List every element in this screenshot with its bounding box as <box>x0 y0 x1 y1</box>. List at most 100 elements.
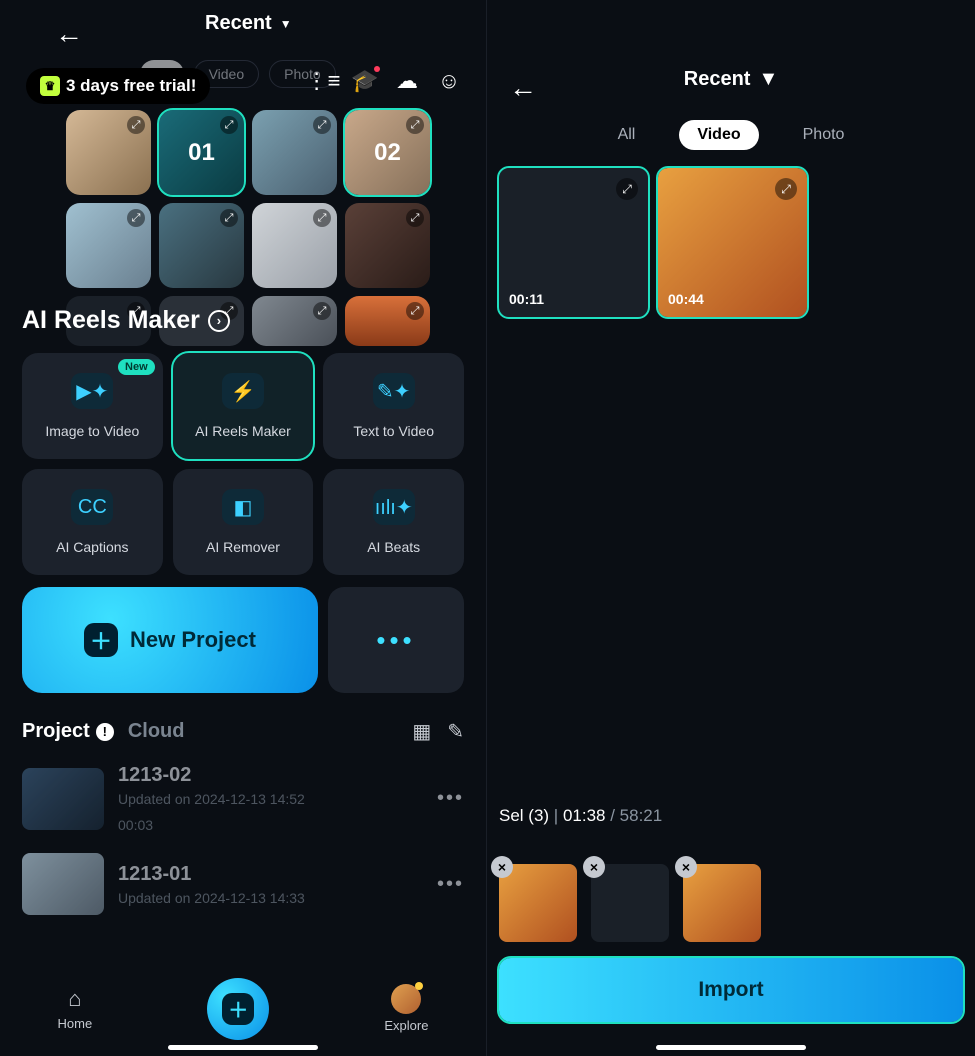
project-row[interactable]: 1213-02 Updated on 2024-12-13 14:52 00:0… <box>22 754 464 843</box>
selected-count: Sel (3) <box>499 806 549 825</box>
recent-label: Recent <box>205 12 272 35</box>
video-duration: 00:44 <box>668 291 704 307</box>
ai-card-label: AI Captions <box>56 539 128 555</box>
music-sparkle-icon: ıılı✦ <box>373 489 415 525</box>
project-menu-icon[interactable]: ••• <box>437 787 464 810</box>
project-title: 1213-01 <box>118 863 423 886</box>
nav-home[interactable]: ⌂ Home <box>58 986 93 1031</box>
circle-arrow-icon: › <box>208 310 230 332</box>
avatar-icon <box>391 984 421 1014</box>
ai-card-image-to-video[interactable]: New ▶✦ Image to Video <box>22 353 163 459</box>
ai-card-label: AI Reels Maker <box>195 423 291 439</box>
new-badge: New <box>118 359 155 375</box>
expand-icon[interactable]: ⤢ <box>220 116 238 134</box>
home-indicator <box>168 1045 318 1050</box>
ai-card-label: AI Remover <box>206 539 280 555</box>
expand-icon[interactable]: ⤢ <box>127 116 145 134</box>
eraser-icon: ◧ <box>222 489 264 525</box>
media-tile[interactable]: ⤢ <box>66 203 151 288</box>
ai-card-text-to-video[interactable]: ✎✦ Text to Video <box>323 353 464 459</box>
ai-card-beats[interactable]: ıılı✦ AI Beats <box>323 469 464 575</box>
expand-icon[interactable]: ⤢ <box>220 209 238 227</box>
plus-icon: ＋ <box>84 623 118 657</box>
grid-icon[interactable]: ▦ <box>412 719 431 744</box>
chevron-down-icon: ▼ <box>758 68 778 91</box>
back-arrow[interactable]: ← <box>55 18 83 50</box>
import-button[interactable]: Import <box>499 958 963 1022</box>
media-tile[interactable]: 02⤢ <box>345 110 430 195</box>
expand-icon[interactable]: ⤢ <box>313 209 331 227</box>
pencil-sparkle-icon: ✎✦ <box>373 373 415 409</box>
media-tile[interactable]: 01⤢ <box>159 110 244 195</box>
plus-icon: ＋ <box>222 993 254 1025</box>
section-ai-reels-header[interactable]: AI Reels Maker › <box>22 306 464 335</box>
tab-cloud[interactable]: Cloud <box>128 720 185 743</box>
media-tile[interactable]: ⤢ <box>345 203 430 288</box>
more-button[interactable]: ••• <box>328 587 464 693</box>
bottom-nav: ⌂ Home ＋ Explore <box>0 961 486 1056</box>
nav-explore[interactable]: Explore <box>384 984 428 1033</box>
separator: | <box>549 806 563 825</box>
filter-photo[interactable]: Photo <box>785 120 863 150</box>
bolt-icon: ⚡ <box>222 373 264 409</box>
edit-icon[interactable]: ✎ <box>447 719 464 744</box>
expand-icon[interactable]: ⤢ <box>313 116 331 134</box>
expand-icon[interactable]: ⤢ <box>775 178 797 200</box>
project-duration: 00:03 <box>118 817 423 833</box>
expand-icon[interactable]: ⤢ <box>616 178 638 200</box>
tab-project[interactable]: Project ! <box>22 720 114 743</box>
ai-card-label: Text to Video <box>353 423 434 439</box>
list-sparkle-icon[interactable]: ⋮≡ <box>310 68 336 94</box>
remove-icon[interactable]: × <box>491 856 513 878</box>
nav-home-label: Home <box>58 1016 93 1031</box>
ai-card-label: Image to Video <box>45 423 139 439</box>
ai-card-reels-maker[interactable]: ⚡ AI Reels Maker <box>173 353 314 459</box>
ai-card-remover[interactable]: ◧ AI Remover <box>173 469 314 575</box>
selected-duration: 01:38 <box>563 806 606 825</box>
recent-dropdown[interactable]: Recent ▼ <box>205 12 292 35</box>
new-project-button[interactable]: ＋ New Project <box>22 587 318 693</box>
project-updated: Updated on 2024-12-13 14:33 <box>118 890 423 906</box>
video-duration: 00:11 <box>509 291 544 307</box>
expand-icon[interactable]: ⤢ <box>406 209 424 227</box>
expand-icon[interactable]: ⤢ <box>127 209 145 227</box>
project-menu-icon[interactable]: ••• <box>437 873 464 896</box>
filter-all[interactable]: All <box>600 120 654 150</box>
back-arrow[interactable]: ← <box>509 72 537 104</box>
info-icon: ! <box>96 723 114 741</box>
project-updated: Updated on 2024-12-13 14:52 <box>118 791 423 807</box>
project-row[interactable]: 1213-01 Updated on 2024-12-13 14:33 ••• <box>22 843 464 925</box>
nav-create-button[interactable]: ＋ <box>207 978 269 1040</box>
new-project-label: New Project <box>130 627 256 653</box>
graduation-icon[interactable]: 🎓 <box>352 68 378 94</box>
project-thumb <box>22 768 104 830</box>
expand-icon[interactable]: ⤢ <box>406 116 424 134</box>
play-sparkle-icon: ▶✦ <box>71 373 113 409</box>
home-icon: ⌂ <box>68 986 81 1012</box>
recent-dropdown[interactable]: Recent ▼ <box>684 68 779 91</box>
cloud-icon[interactable]: ☁ <box>394 68 420 94</box>
media-tile[interactable]: ⤢ <box>159 203 244 288</box>
filter-video[interactable]: Video <box>679 120 758 150</box>
smile-icon[interactable]: ☺ <box>436 68 462 94</box>
video-tile[interactable]: ⤢ 00:11 <box>499 168 648 317</box>
video-tile[interactable]: ⤢ 00:44 <box>658 168 807 317</box>
chevron-down-icon: ▼ <box>280 17 292 31</box>
remove-icon[interactable]: × <box>675 856 697 878</box>
remove-icon[interactable]: × <box>583 856 605 878</box>
total-duration: / 58:21 <box>606 806 663 825</box>
trial-badge[interactable]: ♛ 3 days free trial! <box>26 68 210 104</box>
recent-label: Recent <box>684 68 751 91</box>
project-title: 1213-02 <box>118 764 423 787</box>
import-label: Import <box>698 978 763 1002</box>
media-tile[interactable]: ⤢ <box>66 110 151 195</box>
ai-card-captions[interactable]: CC AI Captions <box>22 469 163 575</box>
media-tile[interactable]: ⤢ <box>252 203 337 288</box>
section-title-text: AI Reels Maker <box>22 306 200 335</box>
selected-clip[interactable]: × <box>683 864 761 942</box>
selected-clip[interactable]: × <box>591 864 669 942</box>
crown-icon: ♛ <box>40 76 60 96</box>
home-indicator <box>656 1045 806 1050</box>
media-tile[interactable]: ⤢ <box>252 110 337 195</box>
selected-clip[interactable]: × <box>499 864 577 942</box>
